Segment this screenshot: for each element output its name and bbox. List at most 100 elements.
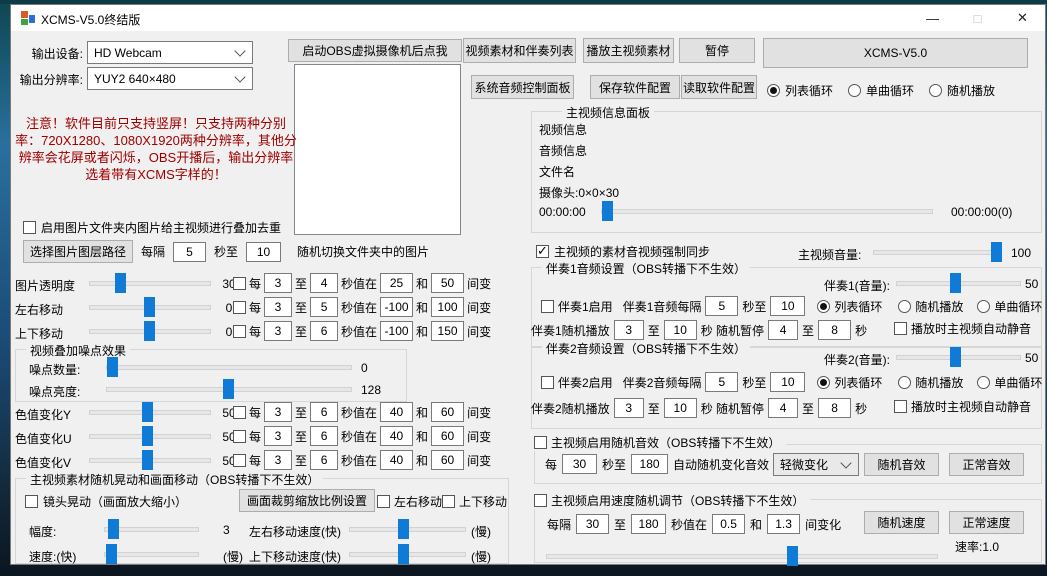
fx-random-button[interactable]: 随机音效 [864, 453, 939, 476]
color-v-from-input[interactable]: 3 [264, 450, 292, 470]
accomp1-from-input[interactable]: 5 [705, 296, 738, 316]
accomp1-rp-to-input[interactable]: 10 [664, 320, 697, 340]
color-y-random-checkbox[interactable] [233, 406, 246, 419]
noise-amount-slider[interactable] [106, 357, 352, 377]
accomp2-mute-checkbox[interactable] [894, 400, 907, 413]
noise-bright-slider[interactable] [106, 379, 352, 399]
accomp1-mode-list-radio[interactable] [817, 300, 830, 313]
select-image-path-button[interactable]: 选择图片图层路径 [23, 240, 133, 263]
output-res-select[interactable]: YUY2 640×480 [87, 67, 253, 90]
amplitude-slider[interactable] [104, 519, 199, 539]
color-u-random-checkbox[interactable] [233, 430, 246, 443]
color-y-max-input[interactable]: 60 [431, 402, 464, 422]
opacity-from-input[interactable]: 3 [264, 273, 292, 293]
color-v-max-input[interactable]: 60 [431, 450, 464, 470]
color-u-from-input[interactable]: 3 [264, 426, 292, 446]
accomp1-rp-from-input[interactable]: 3 [614, 320, 644, 340]
lr-move-slider[interactable] [89, 297, 211, 317]
accomp2-enable-checkbox[interactable] [541, 376, 554, 389]
main-volume-slider[interactable] [873, 242, 1001, 262]
accomp2-volume-slider[interactable] [896, 347, 1021, 367]
speed-rate-slider[interactable] [546, 546, 938, 566]
lr-max-input[interactable]: 100 [431, 297, 464, 317]
accomp2-mode-list-radio[interactable] [817, 376, 830, 389]
sync-checkbox[interactable] [536, 245, 549, 258]
opacity-max-input[interactable]: 50 [431, 273, 464, 293]
lens-shake-checkbox[interactable] [25, 495, 38, 508]
lr-speed-slider[interactable] [349, 519, 466, 539]
accomp2-mode-random-radio[interactable] [898, 376, 911, 389]
speed-max-input[interactable]: 1.3 [767, 514, 800, 534]
opacity-slider[interactable] [89, 273, 211, 293]
speed-random-button[interactable]: 随机速度 [864, 511, 939, 534]
title-bar[interactable]: XCMS-V5.0终结版 — □ ✕ [11, 5, 1045, 31]
fx-to-input[interactable]: 180 [631, 454, 668, 474]
accomp1-volume-slider[interactable] [896, 273, 1021, 293]
accomp2-mode-single-radio[interactable] [977, 376, 990, 389]
minimize-icon[interactable]: — [910, 5, 955, 31]
load-config-button[interactable]: 读取软件配置 [681, 75, 757, 99]
xcms-button[interactable]: XCMS-V5.0 [763, 38, 1028, 68]
close-icon[interactable]: ✕ [1000, 5, 1045, 31]
accomp2-rp-to-input[interactable]: 10 [664, 398, 697, 418]
color-v-random-checkbox[interactable] [233, 454, 246, 467]
ud-to-input[interactable]: 6 [310, 321, 338, 341]
speed-normal-button[interactable]: 正常速度 [949, 511, 1024, 534]
material-list-button[interactable]: 视频素材和伴奏列表 [463, 38, 576, 63]
opacity-to-input[interactable]: 4 [310, 273, 338, 293]
color-y-slider[interactable] [89, 402, 211, 422]
ud-min-input[interactable]: -100 [380, 321, 413, 341]
ud-max-input[interactable]: 150 [431, 321, 464, 341]
ud-from-input[interactable]: 3 [264, 321, 292, 341]
material-listbox[interactable] [294, 64, 461, 235]
ud-speed-slider[interactable] [349, 544, 466, 564]
ud-move-slider[interactable] [89, 321, 211, 341]
sys-audio-button[interactable]: 系统音频控制面板 [471, 75, 574, 99]
sound-fx-enable-checkbox[interactable] [534, 436, 547, 449]
color-y-from-input[interactable]: 3 [264, 402, 292, 422]
shake-lr-checkbox[interactable] [377, 495, 390, 508]
ud-move-random-checkbox[interactable] [233, 325, 246, 338]
color-v-min-input[interactable]: 40 [380, 450, 413, 470]
radio-loop-random[interactable] [929, 84, 942, 97]
radio-loop-list[interactable] [767, 84, 780, 97]
accomp2-from-input[interactable]: 5 [705, 372, 738, 392]
accomp2-pause-to-input[interactable]: 8 [818, 398, 851, 418]
accomp1-to-input[interactable]: 10 [770, 296, 805, 316]
output-device-select[interactable]: HD Webcam [87, 41, 253, 64]
accomp2-to-input[interactable]: 10 [770, 372, 805, 392]
color-y-to-input[interactable]: 6 [310, 402, 338, 422]
fx-normal-button[interactable]: 正常音效 [949, 453, 1024, 476]
accomp2-rp-from-input[interactable]: 3 [614, 398, 644, 418]
lr-min-input[interactable]: -100 [380, 297, 413, 317]
color-v-slider[interactable] [89, 450, 211, 470]
accomp1-mode-single-radio[interactable] [977, 300, 990, 313]
speed-slider[interactable] [104, 544, 199, 564]
save-config-button[interactable]: 保存软件配置 [590, 75, 680, 99]
accomp1-enable-checkbox[interactable] [541, 300, 554, 313]
accomp1-pause-to-input[interactable]: 8 [818, 320, 851, 340]
opacity-min-input[interactable]: 25 [380, 273, 413, 293]
speed-min-input[interactable]: 0.5 [712, 514, 745, 534]
accomp1-mute-checkbox[interactable] [894, 322, 907, 335]
lr-move-random-checkbox[interactable] [233, 301, 246, 314]
opacity-random-checkbox[interactable] [233, 277, 246, 290]
color-v-to-input[interactable]: 6 [310, 450, 338, 470]
crop-scale-button[interactable]: 画面裁剪缩放比例设置 [239, 489, 375, 512]
speed-to-input[interactable]: 180 [631, 514, 666, 534]
color-y-min-input[interactable]: 40 [380, 402, 413, 422]
fx-from-input[interactable]: 30 [562, 454, 597, 474]
color-u-to-input[interactable]: 6 [310, 426, 338, 446]
interval-to-input[interactable]: 10 [246, 242, 281, 262]
seek-slider[interactable] [601, 201, 933, 221]
play-main-button[interactable]: 播放主视频素材 [583, 38, 674, 63]
speed-from-input[interactable]: 30 [576, 514, 609, 534]
shake-ud-checkbox[interactable] [442, 495, 455, 508]
lr-to-input[interactable]: 5 [310, 297, 338, 317]
overlay-enable-checkbox[interactable] [23, 221, 36, 234]
fx-variation-select[interactable]: 轻微变化 [773, 453, 859, 476]
interval-from-input[interactable]: 5 [173, 242, 206, 262]
speed-adjust-enable-checkbox[interactable] [534, 494, 547, 507]
color-u-max-input[interactable]: 60 [431, 426, 464, 446]
accomp2-pause-from-input[interactable]: 4 [768, 398, 798, 418]
